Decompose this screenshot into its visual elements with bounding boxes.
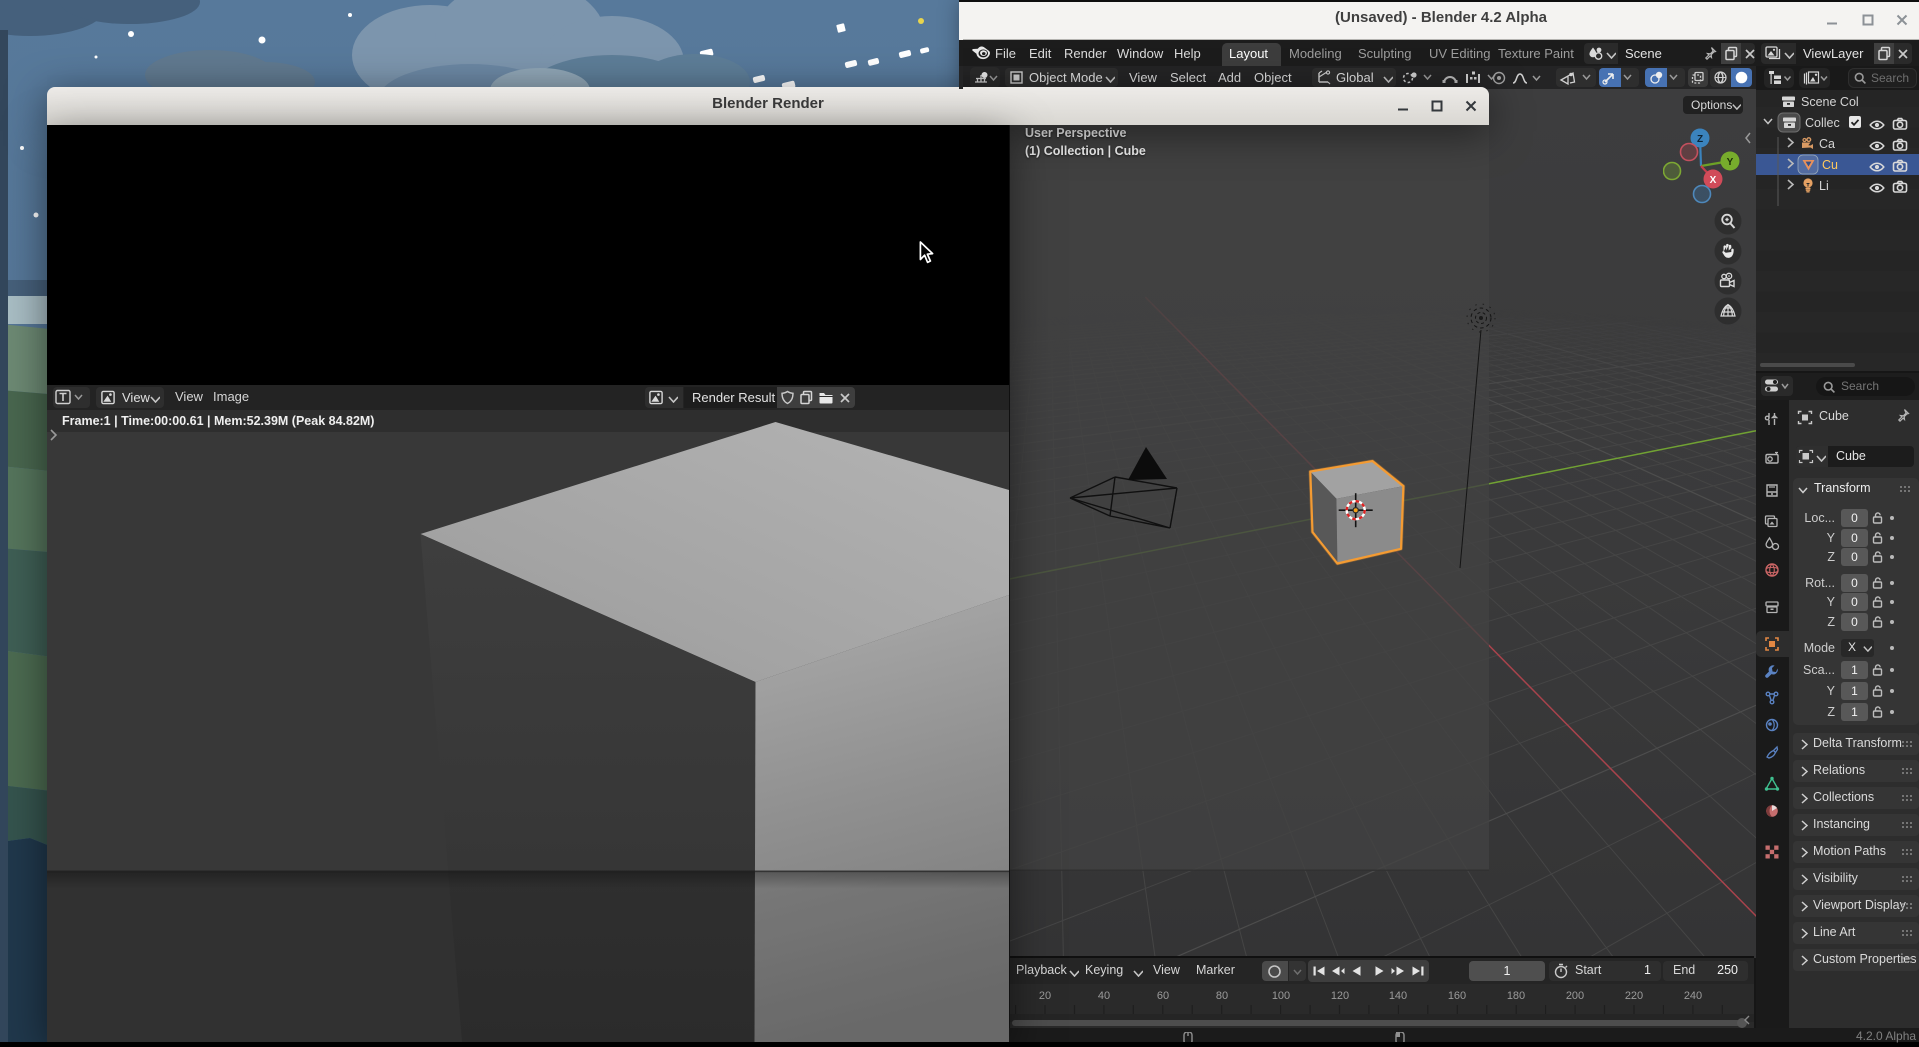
svg-text:Z: Z [1697,134,1703,145]
svg-text:Cu: Cu [1822,158,1838,172]
svg-text:40: 40 [1098,990,1110,1002]
svg-text:Y: Y [1727,157,1734,168]
svg-text:60: 60 [1157,990,1169,1002]
svg-text:140: 140 [1389,990,1407,1002]
svg-text:180: 180 [1507,990,1525,1002]
svg-text:100: 100 [1272,990,1290,1002]
svg-text:Li: Li [1819,179,1829,193]
svg-text:160: 160 [1448,990,1466,1002]
svg-text:Collec: Collec [1805,116,1840,130]
svg-text:120: 120 [1331,990,1349,1002]
svg-text:X: X [1710,175,1717,186]
svg-text:220: 220 [1625,990,1643,1002]
svg-text:240: 240 [1684,990,1702,1002]
svg-text:Ca: Ca [1819,137,1835,151]
svg-text:Scene Col: Scene Col [1801,95,1859,109]
svg-text:200: 200 [1566,990,1584,1002]
svg-text:20: 20 [1039,990,1051,1002]
svg-text:80: 80 [1216,990,1228,1002]
